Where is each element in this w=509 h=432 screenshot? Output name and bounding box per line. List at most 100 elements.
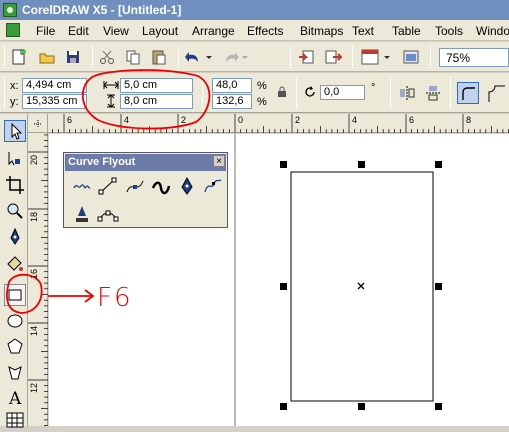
curve-flyout-panel[interactable]: Curve Flyout ×: [63, 152, 228, 228]
paste-icon[interactable]: [150, 48, 168, 66]
pen-icon[interactable]: [176, 176, 198, 196]
scallop-corner-icon[interactable]: [486, 82, 506, 104]
lock-icon[interactable]: [276, 86, 288, 98]
flyout-close-button[interactable]: ×: [213, 155, 225, 167]
ruler-origin-icon: [34, 120, 42, 128]
horizontal-ruler-ticks: 6 4 2 0 2 4 6 8: [52, 114, 509, 133]
shape-tool-icon[interactable]: [4, 148, 26, 170]
publish-icon[interactable]: [360, 48, 394, 66]
document-icon[interactable]: [6, 23, 20, 37]
title-bar: CorelDRAW X5 - [Untitled-1]: [0, 0, 509, 20]
scale-y-unit: %: [257, 96, 267, 108]
3-point-curve-icon[interactable]: [97, 204, 119, 224]
2-point-line-icon[interactable]: [97, 176, 119, 196]
ruler-tick-label: 6: [409, 115, 414, 125]
text-tool-icon[interactable]: A: [4, 386, 26, 408]
coreldraw-app-icon: [3, 3, 17, 17]
property-bar: x: 4,494 cm y: 15,335 cm 5,0 cm 8,0 cm 4…: [0, 73, 509, 113]
basic-shapes-icon[interactable]: [4, 362, 26, 384]
table-tool-icon[interactable]: [4, 410, 26, 432]
menu-view[interactable]: View: [103, 24, 129, 38]
polyline-icon[interactable]: [71, 204, 93, 224]
y-position-field[interactable]: 15,335 cm: [22, 94, 87, 109]
ruler-tick-label: 20: [29, 155, 39, 165]
center-marker-icon: [357, 282, 365, 290]
undo-icon[interactable]: [184, 48, 214, 66]
menu-bar: File Edit View Layout Arrange Effects Bi…: [0, 20, 509, 41]
redo-icon[interactable]: [220, 48, 250, 66]
copy-icon[interactable]: [124, 48, 142, 66]
ruler-tick-label: 12: [29, 383, 39, 393]
mirror-v-icon[interactable]: [424, 84, 442, 102]
ruler-origin[interactable]: [28, 114, 48, 133]
round-corner-button[interactable]: [457, 82, 479, 104]
b-spline-icon[interactable]: [202, 176, 224, 196]
polygon-tool-icon[interactable]: [4, 336, 26, 358]
zoom-tool-icon[interactable]: [4, 200, 26, 222]
y-label: y:: [10, 96, 19, 108]
object-width-field[interactable]: 5,0 cm: [120, 78, 193, 93]
flyout-title: Curve Flyout: [68, 156, 136, 168]
rectangle-tool-button[interactable]: [4, 284, 26, 306]
freehand-tool-icon[interactable]: [4, 226, 26, 248]
rectangle-tool-icon: [8, 289, 22, 301]
export-icon[interactable]: [324, 48, 342, 66]
menu-table[interactable]: Table: [392, 24, 421, 38]
window-title: CorelDRAW X5 - [Untitled-1]: [22, 3, 182, 17]
scale-x-field[interactable]: 48,0: [212, 78, 252, 93]
round-corner-icon: [462, 87, 475, 100]
ruler-tick-label: 6: [67, 115, 72, 125]
menu-layout[interactable]: Layout: [142, 24, 178, 38]
freehand-icon[interactable]: [71, 176, 93, 196]
width-arrows-icon: [103, 81, 119, 89]
ruler-tick-label: 2: [295, 115, 300, 125]
vertical-ruler[interactable]: 20 18 16 14 12: [28, 133, 48, 426]
ruler-tick-label: 18: [29, 212, 39, 222]
artistic-media-icon[interactable]: [150, 176, 172, 196]
menu-arrange[interactable]: Arrange: [192, 24, 235, 38]
rotation-unit: °: [371, 82, 376, 94]
shortcut-annotation: F6: [97, 283, 133, 313]
menu-effects[interactable]: Effects: [247, 24, 283, 38]
menu-file[interactable]: File: [36, 24, 55, 38]
rotation-angle-field[interactable]: 0,0: [320, 85, 365, 100]
mirror-h-icon[interactable]: [398, 84, 416, 102]
flyout-title-bar[interactable]: Curve Flyout: [65, 154, 226, 171]
menu-text[interactable]: Text: [352, 24, 374, 38]
menu-bitmaps[interactable]: Bitmaps: [300, 24, 343, 38]
ruler-tick-label: 0: [238, 115, 243, 125]
svg-text:A: A: [8, 389, 22, 408]
horizontal-ruler[interactable]: 6 4 2 0 2 4 6 8: [28, 114, 509, 133]
menu-tools[interactable]: Tools: [435, 24, 463, 38]
save-icon[interactable]: [64, 48, 82, 66]
new-icon[interactable]: [10, 48, 28, 66]
ruler-tick-label: 14: [29, 326, 39, 336]
import-icon[interactable]: [298, 48, 316, 66]
ruler-tick-label: 4: [124, 115, 129, 125]
ruler-tick-label: 2: [181, 115, 186, 125]
height-arrows-icon: [107, 94, 115, 108]
crop-tool-icon[interactable]: [4, 174, 26, 196]
pick-tool-icon: [11, 122, 23, 140]
zoom-level-select[interactable]: 75%: [439, 48, 509, 67]
app-launcher-icon[interactable]: [402, 48, 420, 66]
menu-window[interactable]: Windo: [476, 24, 509, 38]
x-position-field[interactable]: 4,494 cm: [22, 78, 87, 93]
toolbox: A: [0, 114, 28, 428]
rotate-icon: [305, 86, 315, 97]
cut-icon[interactable]: [98, 48, 116, 66]
smart-fill-icon[interactable]: [4, 252, 26, 274]
menu-edit[interactable]: Edit: [68, 24, 89, 38]
open-icon[interactable]: [38, 48, 56, 66]
vertical-ruler-ticks: 20 18 16 14 12: [28, 134, 48, 426]
ruler-tick-label: 8: [466, 115, 471, 125]
pick-tool-button[interactable]: [4, 120, 26, 142]
x-label: x:: [10, 80, 19, 92]
scale-x-unit: %: [257, 80, 267, 92]
ruler-tick-label: 16: [29, 269, 39, 279]
ellipse-tool-icon[interactable]: [4, 310, 26, 332]
standard-toolbar: 75%: [0, 42, 509, 72]
scale-y-field[interactable]: 132,6: [212, 94, 252, 109]
object-height-field[interactable]: 8,0 cm: [120, 94, 193, 109]
bezier-icon[interactable]: [124, 176, 146, 196]
